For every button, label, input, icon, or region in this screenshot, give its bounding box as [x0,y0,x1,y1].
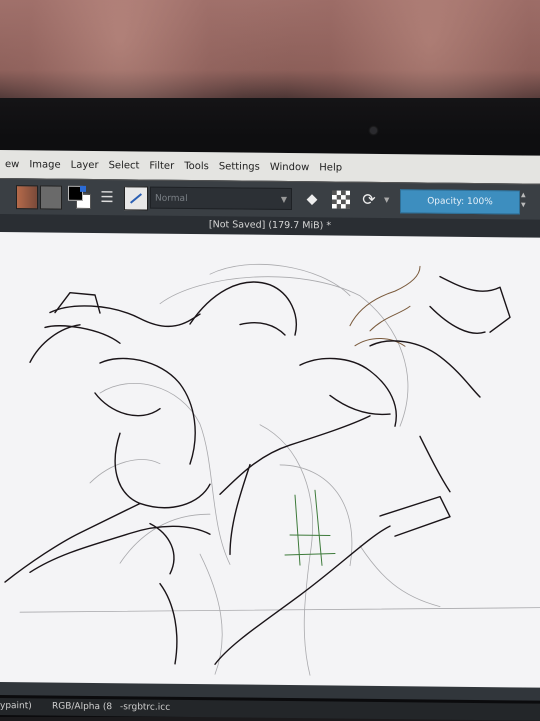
drawing-canvas[interactable] [0,232,540,688]
opacity-stepper-icon[interactable]: ▲ ▼ [521,190,531,212]
gradient-swatch-icon[interactable] [16,185,38,210]
menu-filter[interactable]: Filter [144,160,179,171]
pattern-swatch-icon[interactable] [40,185,62,210]
eraser-icon[interactable]: ◆ [302,188,322,210]
status-color-space: RGB/Alpha (8 [52,701,113,713]
swap-colors-icon[interactable] [80,185,86,192]
sketch-artwork [4,264,540,676]
blend-mode-select[interactable]: Normal ▼ [150,186,292,211]
fg-bg-color-icon[interactable] [68,185,91,209]
menu-view[interactable]: ew [0,159,24,170]
menu-help[interactable]: Help [314,162,347,173]
menu-select[interactable]: Select [104,160,145,171]
menu-image[interactable]: Image [24,159,65,170]
chevron-down-icon: ▼ [280,194,287,205]
webcam-dot [370,127,377,134]
menu-tools[interactable]: Tools [179,160,214,171]
menu-window[interactable]: Window [265,161,314,173]
blend-mode-value: Normal [155,193,188,204]
menu-layer[interactable]: Layer [66,159,104,170]
status-color-profile: -srgbtrc.icc [120,702,171,713]
brush-presets-icon[interactable]: ☰ [96,186,118,208]
menu-settings[interactable]: Settings [214,161,265,173]
krita-window: ew Image Layer Select Filter Tools Setti… [0,150,540,721]
alpha-lock-icon[interactable] [332,190,350,209]
reload-preset-icon[interactable]: ⟳ [358,189,380,211]
status-brush-name: ypaint) [0,701,32,712]
chevron-down-icon[interactable]: ▼ [384,189,392,211]
brush-preview-icon[interactable] [124,186,148,211]
opacity-slider[interactable]: Opacity: 100% [400,189,520,215]
